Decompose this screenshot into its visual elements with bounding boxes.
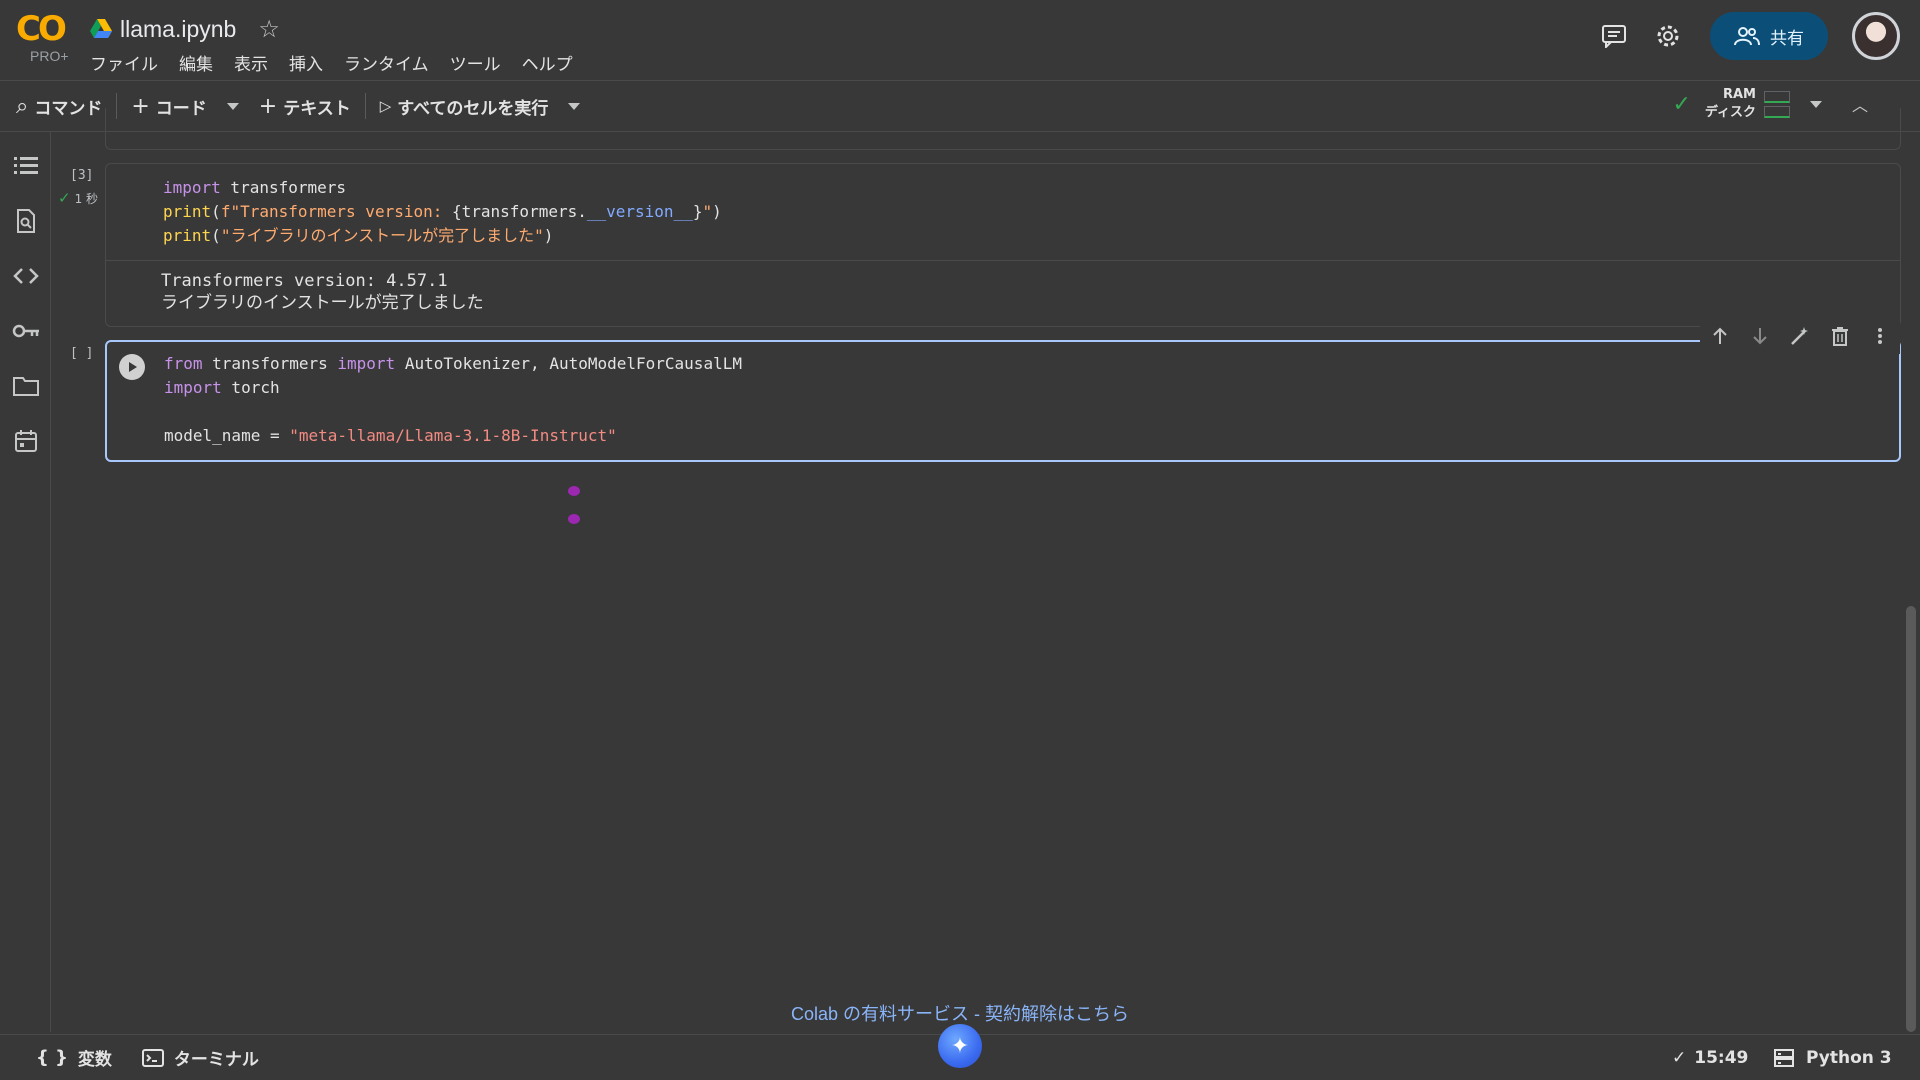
header-actions: 共有 (1580, 12, 1900, 60)
runtime-status[interactable]: Python 3 (1774, 1048, 1892, 1068)
ram-bar (1763, 90, 1790, 103)
code-function: print (163, 202, 212, 221)
code-attribute: __version__ (586, 202, 693, 221)
table-of-contents-icon[interactable] (12, 152, 40, 180)
exec-time: ✓ 1 秒 (58, 189, 98, 207)
command-label: コマンド (34, 98, 103, 119)
ram-label: RAM (1722, 87, 1756, 102)
menu-insert[interactable]: 挿入 (289, 50, 323, 75)
chevron-down-icon[interactable] (1809, 100, 1822, 108)
move-up-arrow-icon[interactable] (1700, 318, 1740, 354)
left-sidebar (0, 132, 51, 1032)
user-avatar[interactable] (1852, 12, 1900, 60)
comments-icon[interactable] (1594, 16, 1634, 56)
code-string: "meta-llama/Llama-3.1-8B-Instruct" (289, 426, 617, 445)
colab-logo[interactable]: CO PRO+ (16, 12, 76, 64)
loading-dot (568, 514, 580, 524)
find-in-page-icon[interactable] (12, 207, 40, 235)
output-line: ライブラリのインストールが完了しました (161, 293, 484, 313)
loading-dot (568, 486, 580, 496)
server-icon (1774, 1048, 1794, 1067)
code-cell-focused[interactable]: from transformers import AutoTokenizer, … (105, 340, 1901, 462)
code-string: " (702, 202, 713, 221)
command-palette-button[interactable]: ⌕ コマンド (0, 80, 112, 132)
success-check-icon: ✓ (58, 189, 71, 207)
google-drive-icon[interactable] (90, 19, 112, 39)
exec-count: [ ] (70, 346, 94, 361)
share-button[interactable]: 共有 (1710, 12, 1828, 60)
star-icon[interactable]: ☆ (258, 15, 280, 43)
exec-time-label: 1 秒 (74, 191, 99, 206)
paid-services-link[interactable]: Colab の有料サービス - 契約解除はこちら (0, 1000, 1920, 1026)
vertical-scrollbar[interactable] (1906, 606, 1916, 1032)
delete-trash-icon[interactable] (1820, 318, 1860, 354)
loading-indicator (568, 486, 580, 524)
menu-runtime[interactable]: ランタイム (344, 50, 429, 75)
plan-badge: PRO+ (30, 48, 69, 64)
braces-icon: { } (36, 1047, 68, 1068)
menu-view[interactable]: 表示 (234, 50, 268, 75)
previous-cell-output (105, 108, 1901, 150)
code-keyword: import (164, 378, 222, 397)
folder-icon[interactable] (12, 372, 40, 400)
top-bar: CO PRO+ llama.ipynb ☆ ファイル 編集 表示 挿入 ランタイ… (0, 0, 1920, 80)
gemini-sparkle-icon[interactable]: ✦ (938, 1024, 982, 1068)
title-row: llama.ipynb ☆ (90, 14, 280, 44)
variables-label: 変数 (77, 1050, 112, 1070)
terminal-icon (141, 1048, 164, 1067)
logo-text: CO (16, 9, 67, 49)
code-cell[interactable]: import transformers print(f"Transformers… (105, 163, 1901, 327)
code-keyword: import (163, 178, 221, 197)
cell-output: Transformers version: 4.57.1 ライブラリのインストール… (161, 270, 484, 314)
move-down-arrow-icon[interactable] (1740, 318, 1780, 354)
code-function: print (163, 226, 212, 245)
check-icon: ✓ (1672, 1047, 1687, 1068)
terminal-label: ターミナル (173, 1050, 259, 1070)
code-editor[interactable]: from transformers import AutoTokenizer, … (164, 352, 742, 448)
cell-toolbar (1700, 318, 1900, 354)
settings-gear-icon[interactable] (1648, 16, 1688, 56)
search-icon: ⌕ (16, 93, 29, 119)
more-options-icon[interactable] (1860, 318, 1900, 354)
menu-bar: ファイル 編集 表示 挿入 ランタイム ツール ヘルプ (90, 50, 594, 75)
last-saved-status[interactable]: ✓ 15:49 (1672, 1048, 1748, 1068)
runtime-label: Python 3 (1806, 1047, 1892, 1068)
play-icon (129, 362, 137, 372)
run-cell-button[interactable] (119, 354, 145, 380)
people-icon (1734, 27, 1760, 46)
variables-button[interactable]: { } 変数 (36, 1045, 112, 1070)
menu-help[interactable]: ヘルプ (522, 50, 573, 75)
menu-tools[interactable]: ツール (450, 50, 501, 75)
code-keyword: from (164, 354, 203, 373)
menu-edit[interactable]: 編集 (179, 50, 213, 75)
time-label: 15:49 (1694, 1047, 1749, 1068)
code-string: f"Transformers version: (220, 202, 452, 221)
code-snippets-icon[interactable] (12, 262, 40, 290)
notebook-title[interactable]: llama.ipynb (120, 16, 236, 43)
calendar-icon[interactable] (12, 427, 40, 455)
code-editor[interactable]: import transformers print(f"Transformers… (163, 176, 722, 248)
magic-edit-icon[interactable] (1780, 318, 1820, 354)
code-keyword: import (337, 354, 396, 373)
secrets-key-icon[interactable] (12, 317, 40, 345)
share-label: 共有 (1770, 28, 1804, 49)
menu-file[interactable]: ファイル (90, 50, 158, 75)
output-divider (106, 260, 1900, 261)
exec-count: [3] (70, 168, 94, 183)
code-string: "ライブラリのインストールが完了しました" (220, 226, 544, 245)
output-line: Transformers version: 4.57.1 (161, 271, 448, 291)
terminal-button[interactable]: ターミナル (141, 1045, 259, 1070)
